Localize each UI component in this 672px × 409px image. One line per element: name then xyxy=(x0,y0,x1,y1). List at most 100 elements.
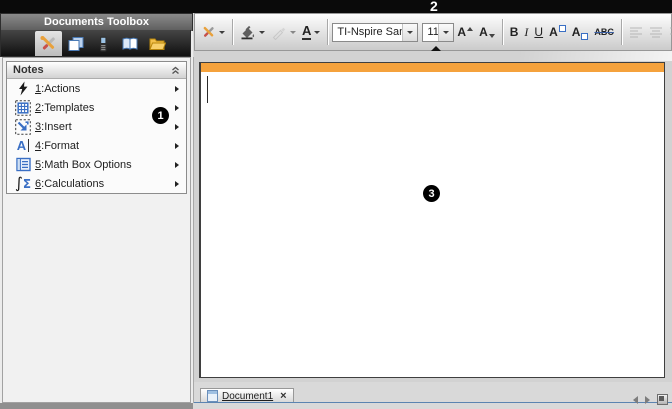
page-navigation xyxy=(633,394,668,405)
underline-button[interactable]: U xyxy=(531,20,546,44)
page-accent-bar xyxy=(201,63,664,72)
decrease-font-size-button[interactable]: A xyxy=(476,20,498,44)
document-tab[interactable]: Document1 × xyxy=(200,388,294,403)
align-center-icon xyxy=(649,26,663,38)
font-family-select[interactable]: TI-Nspire Sans xyxy=(332,23,418,42)
submenu-arrow-icon xyxy=(175,86,179,92)
superscript-label: A xyxy=(549,25,558,39)
handheld-icon xyxy=(94,36,112,52)
italic-button[interactable]: I xyxy=(521,20,531,44)
insert-tools-button[interactable] xyxy=(198,20,228,44)
superscript-box-icon xyxy=(559,25,566,32)
callout-1: 1 xyxy=(152,107,169,124)
bold-label: B xyxy=(510,25,519,39)
tools-icon xyxy=(39,35,58,52)
tab-handheld-view[interactable] xyxy=(89,32,116,56)
notes-panel-header[interactable]: Notes xyxy=(7,62,186,79)
subscript-label: A xyxy=(572,25,581,39)
menu-item-math-box-options[interactable]: 5:Math Box Options xyxy=(7,155,186,174)
lightning-icon xyxy=(14,81,32,97)
text-cursor xyxy=(207,76,208,103)
menu-item-label: 5:Math Box Options xyxy=(35,159,132,171)
callout-3: 3 xyxy=(423,185,440,202)
combo-arrow[interactable] xyxy=(438,24,453,41)
toolbar-separator xyxy=(502,19,503,45)
superscript-button[interactable]: A xyxy=(546,20,569,44)
close-tab-icon[interactable]: × xyxy=(280,391,286,402)
font-size-select[interactable]: 11 xyxy=(422,23,454,42)
font-family-value: TI-Nspire Sans xyxy=(333,26,402,38)
toolbar-separator xyxy=(621,19,622,45)
menu-item-actions[interactable]: 1:Actions xyxy=(7,79,186,98)
document-workspace xyxy=(194,51,672,382)
documents-toolbox-title: Documents Toolbox xyxy=(0,13,193,31)
page-sorter-icon[interactable] xyxy=(657,394,668,405)
insert-arrow-icon xyxy=(14,119,32,135)
tab-content-explorer[interactable] xyxy=(143,32,170,56)
chevron-down-icon xyxy=(443,31,449,34)
book-icon xyxy=(121,36,139,52)
templates-grid-icon xyxy=(14,100,32,116)
document-tab-label: Document1 xyxy=(222,391,273,402)
combo-arrow[interactable] xyxy=(402,24,417,41)
menu-item-label: 3:Insert xyxy=(35,121,72,133)
dropdown-caret-icon xyxy=(314,31,320,34)
calculations-icon: ∫Σ xyxy=(14,176,32,192)
folder-icon xyxy=(148,36,166,52)
dropdown-caret-icon xyxy=(219,31,225,34)
callout-2: 2 xyxy=(430,0,438,14)
tab-bar-underline xyxy=(194,402,672,403)
subscript-button[interactable]: A xyxy=(569,20,592,44)
align-right-button[interactable] xyxy=(666,20,672,44)
workspace-sheen xyxy=(452,51,672,61)
document-tab-bar: Document1 × xyxy=(194,382,672,409)
text-color-icon: A xyxy=(302,24,311,40)
chevron-down-icon xyxy=(407,31,413,34)
previous-page-icon[interactable] xyxy=(633,396,638,404)
dropdown-caret-icon xyxy=(259,31,265,34)
notes-panel: Notes 1:Actions xyxy=(6,61,187,194)
menu-item-label: 2:Templates xyxy=(35,102,94,114)
menu-item-label: 4:Format xyxy=(35,140,79,152)
notes-panel-title: Notes xyxy=(13,64,44,76)
align-left-icon xyxy=(629,26,643,38)
sidebar-bottom-strip xyxy=(0,403,193,409)
math-box-icon xyxy=(14,157,32,173)
strikethrough-button[interactable]: ABC xyxy=(591,20,617,44)
menu-item-label: 1:Actions xyxy=(35,83,80,95)
bold-button[interactable]: B xyxy=(507,20,522,44)
tab-utilities[interactable] xyxy=(116,32,143,56)
tab-document-tools[interactable] xyxy=(35,31,62,56)
menu-item-format[interactable]: A 4:Format xyxy=(7,136,186,155)
triangle-up-icon xyxy=(467,27,473,31)
next-page-icon[interactable] xyxy=(645,396,650,404)
strikethrough-label: ABC xyxy=(594,27,614,37)
submenu-arrow-icon xyxy=(175,143,179,149)
formatting-toolbar: A TI-Nspire Sans 11 A A B I U A A ABC xyxy=(194,13,672,51)
subscript-box-icon xyxy=(581,33,588,40)
tools-icon xyxy=(201,25,216,39)
underline-label: U xyxy=(534,25,543,39)
align-center-button[interactable] xyxy=(646,20,666,44)
highlighter-icon xyxy=(271,25,287,40)
fill-color-icon xyxy=(240,25,256,40)
decrease-font-label: A xyxy=(479,25,488,39)
align-left-button[interactable] xyxy=(626,20,646,44)
toolbar-separator xyxy=(232,19,233,45)
format-a-icon: A xyxy=(14,138,32,154)
submenu-arrow-icon xyxy=(175,181,179,187)
increase-font-size-button[interactable]: A xyxy=(454,20,476,44)
top-black-bar xyxy=(0,0,672,13)
submenu-arrow-icon xyxy=(175,105,179,111)
triangle-down-icon xyxy=(489,34,495,38)
menu-item-calculations[interactable]: ∫Σ 6:Calculations xyxy=(7,174,186,193)
text-color-button[interactable]: A xyxy=(299,20,323,44)
increase-font-label: A xyxy=(457,25,466,39)
document-page[interactable] xyxy=(199,62,665,378)
fill-color-button[interactable] xyxy=(237,20,268,44)
toolbox-tab-row xyxy=(0,30,191,57)
collapse-chevrons-icon[interactable] xyxy=(171,66,180,75)
tab-page-sorter[interactable] xyxy=(62,32,89,56)
highlighter-button[interactable] xyxy=(268,20,299,44)
documents-toolbox-sidebar: Documents Toolbox xyxy=(0,13,193,409)
